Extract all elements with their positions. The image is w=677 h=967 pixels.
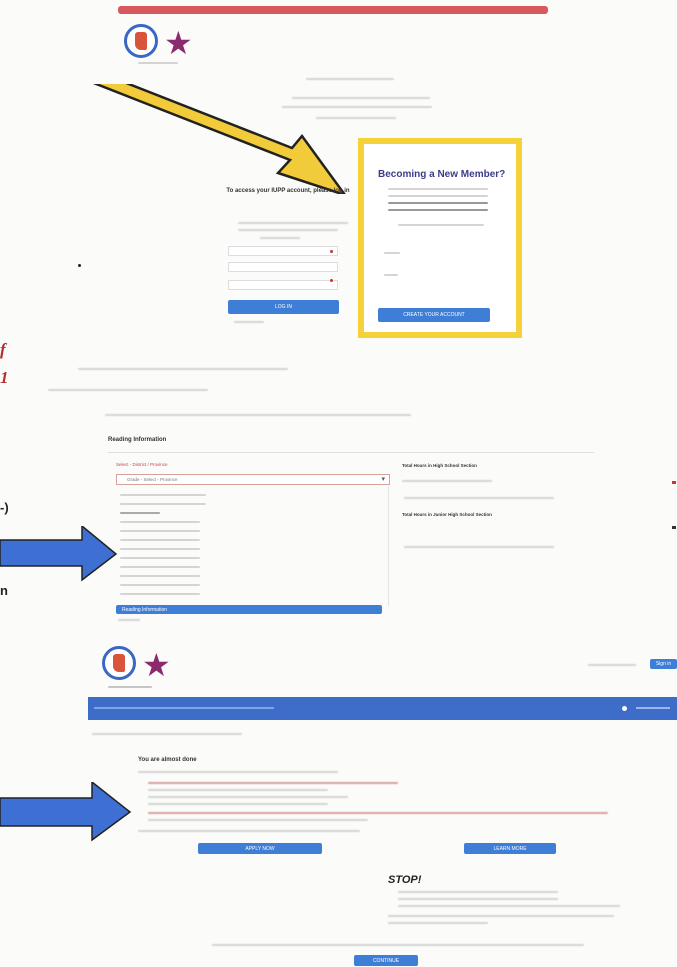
notice-title: You are almost done <box>138 757 197 763</box>
star-logo-icon: ★ <box>164 24 193 62</box>
blue-arrow-icon <box>0 782 132 842</box>
new-member-box: Becoming a New Member? CREATE YOUR ACCOU… <box>358 138 522 338</box>
hours-label: Total Hours in High School Section <box>402 463 477 468</box>
edge-marker <box>672 481 676 484</box>
breadcrumb-line <box>78 368 288 370</box>
stop-line <box>398 898 558 900</box>
stop-line <box>388 915 614 917</box>
divider <box>108 452 594 453</box>
select-label: Select - District / Province <box>116 462 168 467</box>
select-value: Grade - Select - Province <box>127 477 178 482</box>
side-text: n <box>0 583 8 598</box>
site-logo[interactable]: ★ <box>124 24 193 62</box>
side-text: -) <box>0 500 9 515</box>
create-account-button[interactable]: CREATE YOUR ACCOUNT <box>378 308 490 322</box>
nav-button[interactable]: Sign in <box>650 659 677 669</box>
apply-button[interactable]: APPLY NOW <box>198 843 322 854</box>
notice-line <box>148 812 608 814</box>
district-select[interactable]: Grade - Select - Province ▾ <box>116 474 390 485</box>
boot-logo-icon <box>102 646 136 680</box>
header-line <box>306 78 394 80</box>
section-title: Reading Information <box>108 437 167 443</box>
yellow-arrow-icon <box>92 84 346 194</box>
member-title: Becoming a New Member? <box>378 169 506 180</box>
main-nav-bar <box>88 697 677 720</box>
notice-line <box>148 819 368 821</box>
notice-line <box>138 830 360 832</box>
continue-button[interactable]: CONTINUE <box>354 955 418 966</box>
back-link[interactable] <box>118 619 140 621</box>
nav-link[interactable] <box>588 664 636 666</box>
steps-line <box>92 733 242 735</box>
stop-title: STOP! <box>388 874 422 886</box>
hours-line <box>404 546 554 548</box>
stop-line <box>398 905 620 907</box>
member-line <box>388 209 488 211</box>
user-icon[interactable] <box>622 706 627 711</box>
member-line <box>388 202 488 204</box>
password-field[interactable] <box>228 262 338 272</box>
chevron-down-icon: ▾ <box>381 476 385 483</box>
scrollbar[interactable] <box>388 486 389 606</box>
grade-list <box>120 490 208 598</box>
notice-line <box>148 803 328 805</box>
notice-line <box>148 782 398 784</box>
hours-label-2: Total Hours in Junior High School Sectio… <box>402 512 492 517</box>
footer-line <box>212 944 584 946</box>
nav-items[interactable] <box>94 707 274 709</box>
stop-line <box>388 922 488 924</box>
member-line <box>388 188 488 190</box>
star-logo-icon: ★ <box>142 646 171 684</box>
login-line <box>238 229 338 231</box>
hours-line <box>404 497 554 499</box>
edge-marker <box>672 526 676 529</box>
notice-line <box>148 789 328 791</box>
forgot-link[interactable] <box>234 321 264 323</box>
boot-logo-icon <box>124 24 158 58</box>
username-field[interactable] <box>228 246 338 256</box>
logo-caption <box>108 686 152 688</box>
blue-arrow-icon <box>0 526 118 582</box>
notice-line <box>138 771 338 773</box>
login-line <box>238 222 348 224</box>
steps-line <box>48 389 208 391</box>
required-marker <box>330 279 333 282</box>
member-line <box>384 252 400 254</box>
login-heading: To access your IUPP account, please log … <box>226 188 350 194</box>
extra-field[interactable] <box>228 280 338 290</box>
side-text: 1 <box>0 368 9 387</box>
dashboard-logo[interactable]: ★ <box>102 646 171 684</box>
login-line <box>260 237 300 239</box>
side-text: f <box>0 340 6 359</box>
intro-line <box>105 414 411 416</box>
user-name[interactable] <box>636 707 670 709</box>
top-red-bar <box>118 6 548 14</box>
notice-line <box>148 796 348 798</box>
learn-more-button[interactable]: LEARN MORE <box>464 843 556 854</box>
member-line <box>388 195 488 197</box>
member-line <box>398 224 484 226</box>
progress-button[interactable]: Reading Information <box>116 605 382 614</box>
stray-dot <box>78 264 81 267</box>
required-marker <box>330 250 333 253</box>
hours-line <box>402 480 492 482</box>
logo-caption <box>138 62 178 64</box>
login-button[interactable]: LOG IN <box>228 300 339 314</box>
stop-line <box>398 891 558 893</box>
member-line <box>384 274 398 276</box>
